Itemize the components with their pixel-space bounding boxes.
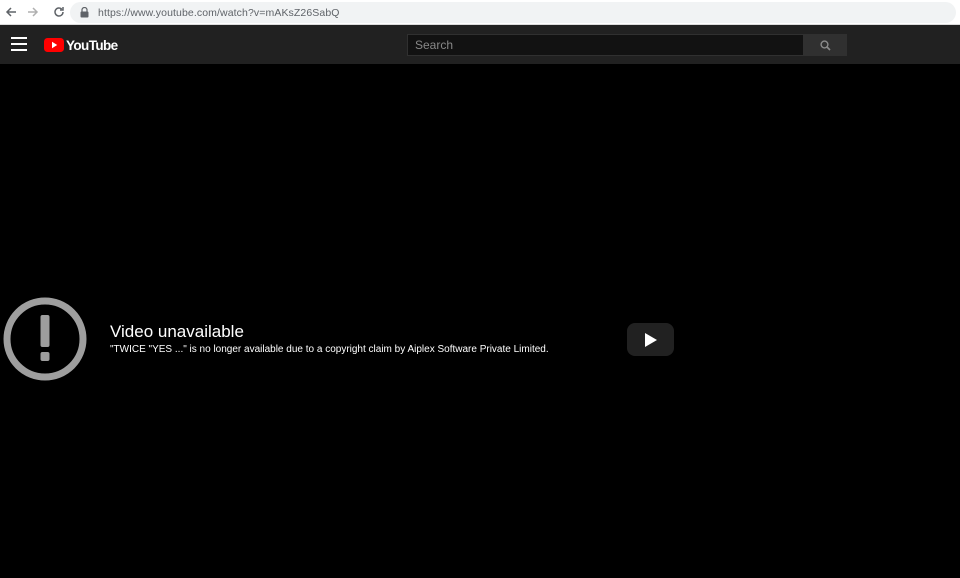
address-bar[interactable]: https://www.youtube.com/watch?v=mAKsZ26S… (70, 2, 956, 23)
search-input[interactable] (407, 34, 803, 56)
error-reason: "TWICE "YES ..." is no longer available … (110, 344, 549, 355)
youtube-masthead: YouTube (0, 25, 960, 64)
video-player[interactable]: Video unavailable "TWICE "YES ..." is no… (0, 64, 960, 578)
youtube-play-logo-icon (44, 38, 64, 52)
exclamation-circle-icon (3, 297, 87, 381)
logo-text: YouTube (66, 37, 118, 53)
search-button[interactable] (803, 34, 847, 56)
browser-toolbar: https://www.youtube.com/watch?v=mAKsZ26S… (0, 0, 960, 25)
arrow-right-icon (28, 7, 39, 17)
url-text[interactable]: https://www.youtube.com/watch?v=mAKsZ26S… (98, 7, 340, 19)
screen: https://www.youtube.com/watch?v=mAKsZ26S… (0, 0, 960, 578)
magnifier-icon (819, 39, 831, 51)
youtube-logo[interactable]: YouTube (44, 37, 118, 53)
error-title: Video unavailable (110, 322, 244, 341)
forward-button[interactable] (22, 1, 44, 23)
reload-icon (54, 7, 64, 17)
reload-button[interactable] (48, 1, 70, 23)
back-button[interactable] (0, 1, 22, 23)
hamburger-menu-icon[interactable] (11, 37, 27, 51)
play-icon (644, 332, 657, 347)
arrow-left-icon (5, 7, 16, 17)
lock-icon[interactable] (78, 7, 90, 19)
play-button[interactable] (627, 323, 674, 356)
